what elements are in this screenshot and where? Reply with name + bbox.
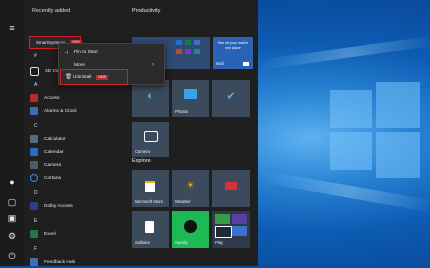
excel-icon (30, 230, 38, 238)
powerpoint-icon (176, 49, 182, 54)
tile-label: Play (215, 240, 224, 245)
access-icon (30, 94, 38, 102)
letter-d: D (34, 190, 38, 196)
tile-label: Spotify (175, 240, 188, 245)
user-avatar-icon[interactable]: ● (6, 176, 18, 188)
excel-tile-icon (185, 40, 191, 45)
game-thumb-icon (215, 214, 230, 224)
app-label: Feedback Hub (44, 259, 76, 265)
weather-sun-icon: ☀ (186, 180, 195, 192)
app-item-access[interactable]: Access (30, 92, 125, 104)
tile-photos[interactable]: Photos (172, 80, 209, 117)
tile-label: Photos (175, 109, 189, 114)
tile-todo[interactable]: ✔ (212, 80, 250, 117)
app-item-feedback[interactable]: Feedback Hub (30, 256, 125, 268)
tile-spotify[interactable]: Spotify (172, 211, 209, 248)
app-item-calculator[interactable]: Calculator (30, 133, 125, 145)
app-item-alarms[interactable]: Alarms & Clock (30, 105, 125, 117)
new-badge: NEW (96, 74, 108, 80)
app-item-dolby[interactable]: Dolby Access (30, 200, 125, 212)
tile-label: Microsoft Store (135, 199, 164, 204)
envelope-icon (243, 62, 249, 66)
section-recently-added: Recently added (32, 8, 71, 14)
app-label: Alarms & Clock (44, 108, 77, 114)
chevron-right-icon: › (152, 62, 154, 68)
word-icon (176, 40, 182, 45)
tile-mail[interactable]: See all your mail in one place Mail (213, 37, 253, 69)
calculator-icon (30, 135, 38, 143)
tile-label: Weather (175, 199, 191, 204)
menu-item-pin-to-start[interactable]: ⊣ Pin to Start (59, 47, 164, 58)
camera-icon (30, 161, 38, 169)
tile-weather[interactable]: ☀ Weather (172, 170, 209, 207)
app-label: Calculator (44, 136, 66, 142)
mail-tagline: See all your mail in one place (217, 41, 249, 50)
menu-item-uninstall[interactable]: 🗑 Uninstall NEW (60, 69, 128, 85)
menu-label: Uninstall (73, 74, 92, 80)
skype-icon (194, 49, 200, 54)
app-label: Dolby Access (44, 203, 73, 209)
menu-label: More (74, 63, 85, 68)
game-thumb-icon (215, 226, 232, 238)
tile-solitaire[interactable]: Solitaire (132, 211, 169, 248)
cube-icon (30, 66, 39, 76)
cards-icon (145, 221, 154, 233)
letter-num: # (34, 53, 37, 59)
tile-label: Mail (216, 61, 224, 66)
app-item-cortana[interactable]: Cortana (30, 172, 125, 184)
clock-icon (30, 107, 38, 115)
power-icon[interactable]: ⏻ (6, 250, 18, 262)
tile-play[interactable]: Play (212, 211, 250, 248)
game-thumb-icon (232, 214, 247, 224)
menu-label: Pin to Start (74, 50, 98, 55)
game-thumb-icon (232, 226, 247, 236)
app-label: Access (44, 95, 60, 101)
app-label: Camera (44, 162, 62, 168)
app-item-camera[interactable]: Camera (30, 159, 125, 171)
windows-logo-wallpaper (330, 82, 420, 178)
tile-label: Camera (135, 149, 150, 154)
news-icon (225, 182, 237, 190)
tile-area: Productivity See all your mail in one pl… (128, 0, 258, 266)
letter-a: A (34, 82, 38, 88)
app-label: Calendar (44, 149, 64, 155)
feedback-icon (30, 258, 38, 266)
group-explore: Explore (132, 158, 151, 164)
spotify-icon (184, 220, 197, 233)
camera-tile-icon (144, 131, 158, 142)
app-item-calendar[interactable]: Calendar (30, 146, 125, 158)
start-rail: ≡ ● ▢ ▣ ⚙ ⏻ (0, 0, 24, 266)
settings-gear-icon[interactable]: ⚙ (6, 230, 18, 242)
photos-icon (184, 89, 197, 99)
onenote-icon (185, 49, 191, 54)
app-label: Excel (44, 231, 56, 237)
app-item-excel[interactable]: Excel (30, 228, 125, 240)
tile-label: Solitaire (135, 240, 151, 245)
hamburger-menu-icon[interactable]: ≡ (6, 22, 18, 34)
trash-icon: 🗑 (65, 74, 72, 80)
pictures-icon[interactable]: ▣ (6, 212, 18, 224)
group-productivity: Productivity (132, 8, 161, 14)
tile-store[interactable]: Microsoft Store (132, 170, 169, 207)
tile-edge[interactable]: ◐ (132, 80, 169, 117)
tile-news[interactable] (212, 170, 250, 207)
store-bag-icon (145, 181, 155, 192)
cortana-icon (30, 174, 38, 182)
pin-icon: ⊣ (64, 49, 69, 56)
dolby-icon (30, 202, 38, 210)
onedrive-icon (194, 40, 200, 45)
letter-e: E (34, 218, 38, 224)
edge-icon: ◐ (147, 89, 154, 102)
tile-camera[interactable]: Camera (132, 122, 169, 157)
calendar-icon (30, 148, 38, 156)
letter-c: C (34, 123, 38, 129)
app-label: Cortana (44, 175, 62, 181)
documents-icon[interactable]: ▢ (6, 196, 18, 208)
checkmark-icon: ✔ (226, 90, 236, 103)
letter-f: F (34, 246, 38, 252)
